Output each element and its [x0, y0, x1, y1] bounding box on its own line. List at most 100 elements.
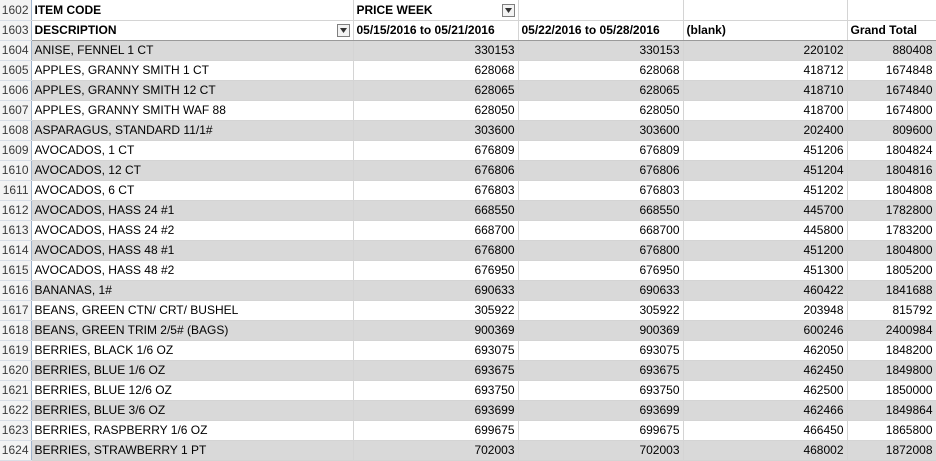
row-number[interactable]: 1608: [0, 120, 32, 141]
description-cell[interactable]: AVOCADOS, HASS 48 #2: [31, 260, 354, 281]
week1-value-cell[interactable]: 690633: [353, 280, 519, 301]
empty-cell[interactable]: [847, 0, 936, 21]
description-cell[interactable]: AVOCADOS, HASS 48 #1: [31, 240, 354, 261]
grand-total-cell[interactable]: 809600: [847, 120, 936, 141]
description-cell[interactable]: APPLES, GRANNY SMITH WAF 88: [31, 100, 354, 121]
row-number[interactable]: 1607: [0, 100, 32, 121]
description-cell[interactable]: BERRIES, STRAWBERRY 1 PT: [31, 440, 354, 461]
blank-value-cell[interactable]: 418710: [683, 80, 848, 101]
grand-total-cell[interactable]: 1783200: [847, 220, 936, 241]
description-cell[interactable]: BERRIES, RASPBERRY 1/6 OZ: [31, 420, 354, 441]
grand-total-cell[interactable]: 2400984: [847, 320, 936, 341]
week2-value-cell[interactable]: 676809: [518, 140, 684, 161]
description-cell[interactable]: APPLES, GRANNY SMITH 1 CT: [31, 60, 354, 81]
week1-value-cell[interactable]: 702003: [353, 440, 519, 461]
row-number[interactable]: 1612: [0, 200, 32, 221]
description-cell[interactable]: AVOCADOS, 1 CT: [31, 140, 354, 161]
week2-value-cell[interactable]: 303600: [518, 120, 684, 141]
row-number[interactable]: 1616: [0, 280, 32, 301]
row-number[interactable]: 1605: [0, 60, 32, 81]
description-cell[interactable]: BEANS, GREEN CTN/ CRT/ BUSHEL: [31, 300, 354, 321]
grand-total-cell[interactable]: 1849864: [847, 400, 936, 421]
blank-value-cell[interactable]: 462500: [683, 380, 848, 401]
grand-total-cell[interactable]: 1850000: [847, 380, 936, 401]
blank-value-cell[interactable]: 418700: [683, 100, 848, 121]
blank-value-cell[interactable]: 451200: [683, 240, 848, 261]
week1-value-cell[interactable]: 676809: [353, 140, 519, 161]
week1-value-cell[interactable]: 668700: [353, 220, 519, 241]
week1-header[interactable]: 05/15/2016 to 05/21/2016: [353, 20, 519, 41]
grand-total-cell[interactable]: 1782800: [847, 200, 936, 221]
week1-value-cell[interactable]: 676950: [353, 260, 519, 281]
grand-total-cell[interactable]: 1804816: [847, 160, 936, 181]
week2-value-cell[interactable]: 690633: [518, 280, 684, 301]
week1-value-cell[interactable]: 330153: [353, 40, 519, 61]
blank-value-cell[interactable]: 462450: [683, 360, 848, 381]
row-number[interactable]: 1604: [0, 40, 32, 61]
grand-total-cell[interactable]: 1674840: [847, 80, 936, 101]
description-cell[interactable]: APPLES, GRANNY SMITH 12 CT: [31, 80, 354, 101]
grand-total-cell[interactable]: 1849800: [847, 360, 936, 381]
row-number[interactable]: 1617: [0, 300, 32, 321]
grand-total-header[interactable]: Grand Total: [847, 20, 936, 41]
week2-value-cell[interactable]: 668550: [518, 200, 684, 221]
blank-value-cell[interactable]: 203948: [683, 300, 848, 321]
blank-header[interactable]: (blank): [683, 20, 848, 41]
week1-value-cell[interactable]: 693675: [353, 360, 519, 381]
week2-header[interactable]: 05/22/2016 to 05/28/2016: [518, 20, 684, 41]
week2-value-cell[interactable]: 693675: [518, 360, 684, 381]
description-cell[interactable]: ASPARAGUS, STANDARD 11/1#: [31, 120, 354, 141]
grand-total-cell[interactable]: 1805200: [847, 260, 936, 281]
week2-value-cell[interactable]: 676803: [518, 180, 684, 201]
row-number[interactable]: 1606: [0, 80, 32, 101]
grand-total-cell[interactable]: 815792: [847, 300, 936, 321]
week2-value-cell[interactable]: 628065: [518, 80, 684, 101]
description-filter-button[interactable]: [336, 24, 350, 37]
grand-total-cell[interactable]: 1865800: [847, 420, 936, 441]
price-week-header[interactable]: PRICE WEEK: [353, 0, 519, 21]
item-code-header[interactable]: ITEM CODE: [31, 0, 354, 21]
week2-value-cell[interactable]: 699675: [518, 420, 684, 441]
row-number[interactable]: 1610: [0, 160, 32, 181]
week1-value-cell[interactable]: 628050: [353, 100, 519, 121]
description-cell[interactable]: AVOCADOS, 6 CT: [31, 180, 354, 201]
week2-value-cell[interactable]: 676800: [518, 240, 684, 261]
week1-value-cell[interactable]: 628065: [353, 80, 519, 101]
week2-value-cell[interactable]: 676806: [518, 160, 684, 181]
grand-total-cell[interactable]: 1841688: [847, 280, 936, 301]
week2-value-cell[interactable]: 693699: [518, 400, 684, 421]
row-number[interactable]: 1615: [0, 260, 32, 281]
blank-value-cell[interactable]: 202400: [683, 120, 848, 141]
row-number[interactable]: 1602: [0, 0, 32, 21]
description-cell[interactable]: BERRIES, BLUE 1/6 OZ: [31, 360, 354, 381]
week1-value-cell[interactable]: 900369: [353, 320, 519, 341]
week1-value-cell[interactable]: 693699: [353, 400, 519, 421]
row-number[interactable]: 1621: [0, 380, 32, 401]
row-number[interactable]: 1614: [0, 240, 32, 261]
blank-value-cell[interactable]: 462466: [683, 400, 848, 421]
blank-value-cell[interactable]: 418712: [683, 60, 848, 81]
week2-value-cell[interactable]: 668700: [518, 220, 684, 241]
description-cell[interactable]: AVOCADOS, 12 CT: [31, 160, 354, 181]
week2-value-cell[interactable]: 693750: [518, 380, 684, 401]
week1-value-cell[interactable]: 305922: [353, 300, 519, 321]
grand-total-cell[interactable]: 1804800: [847, 240, 936, 261]
price-week-filter-button[interactable]: [501, 3, 515, 17]
week1-value-cell[interactable]: 668550: [353, 200, 519, 221]
grand-total-cell[interactable]: 1674848: [847, 60, 936, 81]
empty-cell[interactable]: [518, 0, 684, 21]
week2-value-cell[interactable]: 305922: [518, 300, 684, 321]
row-number[interactable]: 1603: [0, 20, 32, 41]
week2-value-cell[interactable]: 702003: [518, 440, 684, 461]
row-number[interactable]: 1624: [0, 440, 32, 461]
row-number[interactable]: 1620: [0, 360, 32, 381]
week1-value-cell[interactable]: 628068: [353, 60, 519, 81]
row-number[interactable]: 1622: [0, 400, 32, 421]
week2-value-cell[interactable]: 900369: [518, 320, 684, 341]
row-number[interactable]: 1623: [0, 420, 32, 441]
row-number[interactable]: 1619: [0, 340, 32, 361]
grand-total-cell[interactable]: 1872008: [847, 440, 936, 461]
grand-total-cell[interactable]: 880408: [847, 40, 936, 61]
empty-cell[interactable]: [683, 0, 848, 21]
row-number[interactable]: 1611: [0, 180, 32, 201]
